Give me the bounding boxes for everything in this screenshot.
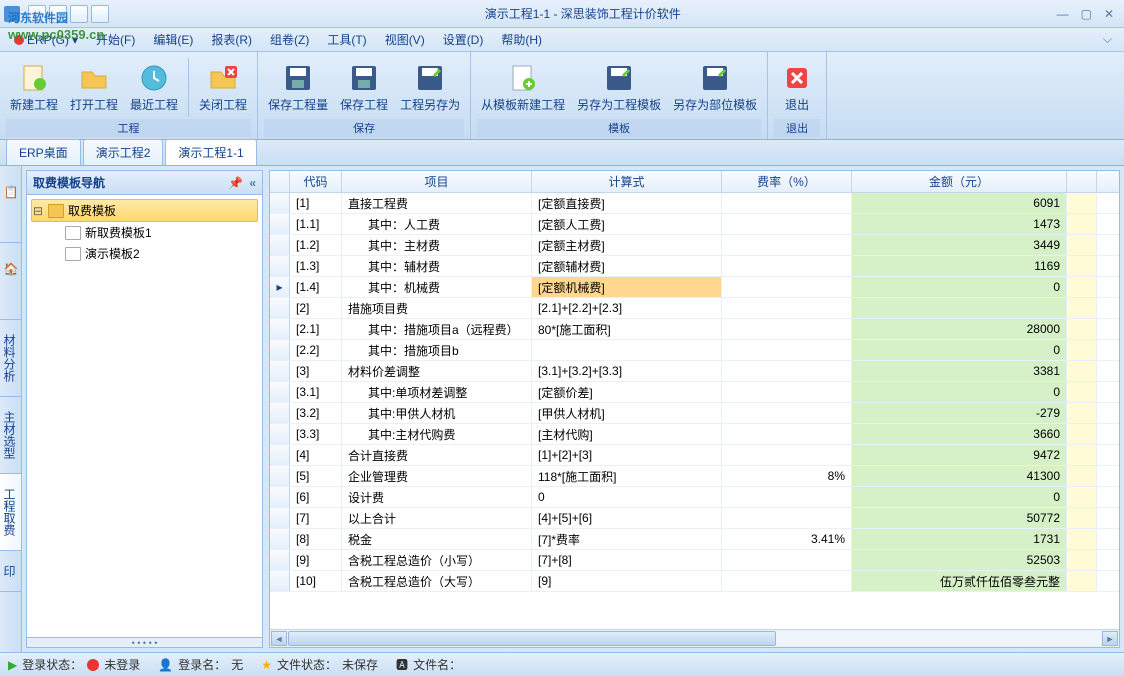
col-amount[interactable]: 金额（元）: [852, 171, 1067, 192]
open-project-button[interactable]: 打开工程: [66, 56, 122, 119]
col-rate[interactable]: 费率（%）: [722, 171, 852, 192]
house-icon: 🏠: [2, 261, 18, 277]
app-icon: [4, 6, 20, 22]
group-title: 工程: [6, 119, 251, 137]
file-icon: [65, 226, 81, 240]
group-title: 模板: [477, 119, 761, 137]
qa-btn[interactable]: [28, 5, 46, 23]
table-row[interactable]: [1.1]其中：人工费[定额人工费]1473: [270, 214, 1119, 235]
menu-start[interactable]: 开始(F): [88, 29, 143, 50]
grid-panel: 代码 项目 计算式 费率（%） 金额（元） [1]直接工程费[定额直接费]609…: [269, 170, 1120, 648]
table-row[interactable]: [2]措施项目费[2.1]+[2.2]+[2.3]: [270, 298, 1119, 319]
tab-erp-desktop[interactable]: ERP桌面: [6, 139, 81, 165]
chevron-left-icon[interactable]: «: [249, 176, 256, 190]
save-qty-button[interactable]: 保存工程量: [264, 56, 332, 119]
ribbon-collapse-icon[interactable]: ⌵: [1097, 32, 1118, 47]
table-row[interactable]: [2.1]其中：措施项目a（远程费）80*[施工面积]28000: [270, 319, 1119, 340]
tree-pin-icon[interactable]: 📌: [228, 176, 243, 190]
left-sidebar: 📋工程信息 🏠清单报价 材料分析 主材选型 工程取费 印: [0, 166, 22, 652]
maximize-button[interactable]: ▢: [1081, 7, 1092, 21]
group-title: 保存: [264, 119, 464, 137]
menu-report[interactable]: 报表(R): [203, 29, 260, 50]
col-item[interactable]: 项目: [342, 171, 532, 192]
statusbar: ▶登录状态：未登录 👤登录名：无 ★文件状态：未保存 🅰文件名：: [0, 652, 1124, 676]
side-tab-list[interactable]: 🏠清单报价: [0, 243, 21, 320]
table-row[interactable]: [2.2]其中：措施项目b0: [270, 340, 1119, 361]
table-row[interactable]: [4]合计直接费[1]+[2]+[3]9472: [270, 445, 1119, 466]
tree-node[interactable]: 新取费模板1: [31, 222, 258, 243]
menu-edit[interactable]: 编辑(E): [145, 29, 201, 50]
tab-demo-1-1[interactable]: 演示工程1-1: [165, 139, 256, 165]
table-row[interactable]: ▸[1.4]其中：机械费[定额机械费]0: [270, 277, 1119, 298]
table-row[interactable]: [1.3]其中：辅材费[定额辅材费]1169: [270, 256, 1119, 277]
table-row[interactable]: [10]含税工程总造价（大写）[9]伍万贰仟伍佰零叁元整: [270, 571, 1119, 592]
save-as-button[interactable]: 工程另存为: [396, 56, 464, 119]
group-title: 退出: [774, 119, 820, 137]
save-as-part-template-button[interactable]: 另存为部位模板: [669, 56, 761, 119]
tree-panel: 取费模板导航 📌« ⊟取费模板 新取费模板1 演示模板2 • • • • •: [26, 170, 263, 648]
table-row[interactable]: [3.3]其中:主材代购费[主材代购]3660: [270, 424, 1119, 445]
menu-tool[interactable]: 工具(T): [319, 29, 374, 50]
grid-header: 代码 项目 计算式 费率（%） 金额（元）: [270, 171, 1119, 193]
table-row[interactable]: [8]税金[7]*费率3.41%1731: [270, 529, 1119, 550]
qa-btn[interactable]: [70, 5, 88, 23]
save-as-project-template-button[interactable]: 另存为工程模板: [573, 56, 665, 119]
menu-setting[interactable]: 设置(D): [435, 29, 492, 50]
exit-button[interactable]: 退出: [774, 56, 820, 119]
scroll-left-icon[interactable]: ◄: [271, 631, 287, 646]
star-icon: ★: [261, 658, 272, 672]
info-icon: 📋: [2, 184, 18, 200]
table-row[interactable]: [6]设计费00: [270, 487, 1119, 508]
horizontal-scrollbar[interactable]: ◄ ►: [270, 629, 1119, 647]
qa-btn[interactable]: [91, 5, 109, 23]
folder-open-icon: [48, 204, 64, 218]
table-row[interactable]: [5]企业管理费118*[施工面积]8%41300: [270, 466, 1119, 487]
close-button[interactable]: ✕: [1104, 7, 1114, 21]
col-code[interactable]: 代码: [290, 171, 342, 192]
grid-body[interactable]: [1]直接工程费[定额直接费]6091[1.1]其中：人工费[定额人工费]147…: [270, 193, 1119, 629]
window-title: 演示工程1-1 - 深思装饰工程计价软件: [109, 5, 1057, 22]
tree-header: 取费模板导航 📌«: [27, 171, 262, 195]
scroll-right-icon[interactable]: ►: [1102, 631, 1118, 646]
menu-group[interactable]: 组卷(Z): [262, 29, 317, 50]
new-from-template-button[interactable]: 从模板新建工程: [477, 56, 569, 119]
menu-view[interactable]: 视图(V): [377, 29, 433, 50]
login-status-label: 登录状态：: [22, 656, 82, 673]
side-tab-print[interactable]: 印: [0, 551, 21, 592]
ribbon: 新建工程 打开工程 最近工程 关闭工程 工程 保存工程量 保存工程 工程另存为 …: [0, 52, 1124, 140]
tree-node[interactable]: 演示模板2: [31, 243, 258, 264]
close-project-button[interactable]: 关闭工程: [195, 56, 251, 119]
file-icon: 🅰: [396, 656, 408, 673]
file-icon: [65, 247, 81, 261]
recent-project-button[interactable]: 最近工程: [126, 56, 182, 119]
qa-btn[interactable]: [49, 5, 67, 23]
quick-access: [28, 5, 109, 23]
side-tab-material[interactable]: 材料分析: [0, 320, 21, 397]
table-row[interactable]: [3.1]其中:单项材差调整[定额价差]0: [270, 382, 1119, 403]
table-row[interactable]: [3]材料价差调整[3.1]+[3.2]+[3.3]3381: [270, 361, 1119, 382]
user-icon: 👤: [158, 658, 173, 672]
col-formula[interactable]: 计算式: [532, 171, 722, 192]
table-row[interactable]: [1]直接工程费[定额直接费]6091: [270, 193, 1119, 214]
save-project-button[interactable]: 保存工程: [336, 56, 392, 119]
side-tab-info[interactable]: 📋工程信息: [0, 166, 21, 243]
table-row[interactable]: [9]含税工程总造价（小写）[7]+[8]52503: [270, 550, 1119, 571]
status-dot-icon: [87, 659, 99, 671]
tree-collapse-handle[interactable]: • • • • •: [27, 637, 262, 647]
menu-erp[interactable]: ERP(G)▾: [6, 31, 86, 49]
tab-demo-2[interactable]: 演示工程2: [83, 139, 164, 165]
minimize-button[interactable]: —: [1057, 7, 1069, 21]
table-row[interactable]: [1.2]其中：主材费[定额主材费]3449: [270, 235, 1119, 256]
table-row[interactable]: [3.2]其中:甲供人材机[甲供人材机]-279: [270, 403, 1119, 424]
document-tabs: ERP桌面 演示工程2 演示工程1-1: [0, 140, 1124, 166]
titlebar: 演示工程1-1 - 深思装饰工程计价软件 — ▢ ✕: [0, 0, 1124, 28]
scroll-thumb[interactable]: [288, 631, 776, 646]
menubar: ERP(G)▾ 开始(F) 编辑(E) 报表(R) 组卷(Z) 工具(T) 视图…: [0, 28, 1124, 52]
new-project-button[interactable]: 新建工程: [6, 56, 62, 119]
table-row[interactable]: [7]以上合计[4]+[5]+[6]50772: [270, 508, 1119, 529]
side-tab-main-material[interactable]: 主材选型: [0, 397, 21, 474]
menu-help[interactable]: 帮助(H): [493, 29, 550, 50]
side-tab-fee[interactable]: 工程取费: [0, 474, 21, 551]
tree-node-root[interactable]: ⊟取费模板: [31, 199, 258, 222]
